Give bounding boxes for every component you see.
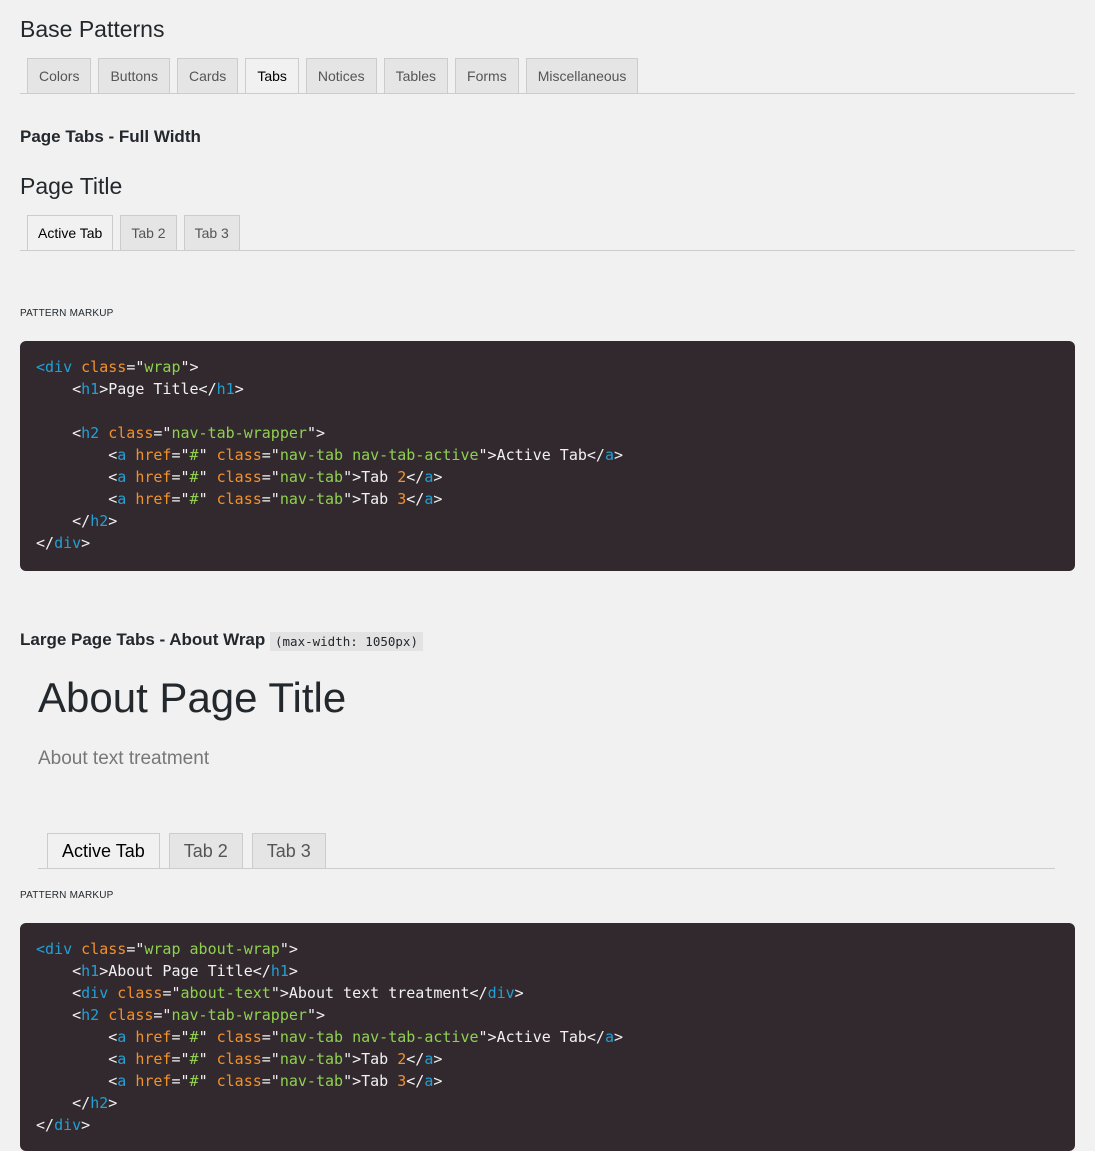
- base-pattern-tabs: Colors Buttons Cards Tabs Notices Tables…: [27, 58, 645, 94]
- about-tab-active[interactable]: Active Tab: [47, 833, 160, 869]
- section-title-page-tabs: Page Tabs - Full Width: [20, 127, 201, 146]
- about-page-title: About Page Title: [38, 674, 347, 721]
- code-line: </div>: [36, 534, 91, 552]
- code-line: <a href="#" class="nav-tab nav-tab-activ…: [36, 446, 624, 464]
- code-line: </h2>: [36, 512, 118, 530]
- demo-tabs-divider: [20, 250, 1075, 251]
- demo-tab-active[interactable]: Active Tab: [27, 215, 114, 251]
- pattern-markup-label: PATTERN MARKUP: [20, 308, 114, 319]
- code-line: <a href="#" class="nav-tab nav-tab-activ…: [36, 1028, 624, 1046]
- tab-buttons[interactable]: Buttons: [98, 58, 170, 94]
- code-line: <a href="#" class="nav-tab">Tab 3</a>: [36, 490, 443, 508]
- code-line: </h2>: [36, 1094, 118, 1112]
- tab-notices[interactable]: Notices: [305, 58, 377, 94]
- pattern-markup-label: PATTERN MARKUP: [20, 890, 114, 901]
- about-nav-tabs: Active Tab Tab 2 Tab 3: [47, 833, 335, 869]
- section-title-about-tabs: Large Page Tabs - About Wrap: [20, 630, 266, 649]
- demo-tab-2[interactable]: Tab 2: [120, 215, 177, 251]
- code-line: <div class="about-text">About text treat…: [36, 984, 524, 1002]
- about-tabs-divider: [38, 868, 1055, 869]
- tab-forms[interactable]: Forms: [455, 58, 519, 94]
- code-line: </div>: [36, 1116, 91, 1134]
- tab-tables[interactable]: Tables: [383, 58, 449, 94]
- code-line: <div class="wrap">: [36, 358, 199, 376]
- tab-tabs[interactable]: Tabs: [245, 58, 299, 94]
- code-line: <a href="#" class="nav-tab">Tab 3</a>: [36, 1072, 443, 1090]
- code-block-about-tabs: <div class="wrap about-wrap"> <h1>About …: [20, 923, 1075, 1151]
- code-block-page-tabs: <div class="wrap"> <h1>Page Title</h1> <…: [20, 341, 1075, 571]
- max-width-note: (max-width: 1050px): [270, 632, 423, 651]
- code-line: <a href="#" class="nav-tab">Tab 2</a>: [36, 468, 443, 486]
- code-line: <div class="wrap about-wrap">: [36, 940, 298, 958]
- about-text: About text treatment: [38, 748, 210, 769]
- demo-page-title: Page Title: [20, 173, 123, 199]
- page-title: Base Patterns: [20, 16, 165, 42]
- demo-tab-3[interactable]: Tab 3: [183, 215, 240, 251]
- demo-nav-tabs: Active Tab Tab 2 Tab 3: [27, 215, 247, 251]
- base-tabs-divider: [20, 93, 1075, 94]
- code-line: <h1>About Page Title</h1>: [36, 962, 298, 980]
- about-tab-2[interactable]: Tab 2: [168, 833, 243, 869]
- code-line: <h1>Page Title</h1>: [36, 380, 244, 398]
- tab-miscellaneous[interactable]: Miscellaneous: [525, 58, 639, 94]
- code-line: <a href="#" class="nav-tab">Tab 2</a>: [36, 1050, 443, 1068]
- tab-cards[interactable]: Cards: [176, 58, 239, 94]
- code-line: <h2 class="nav-tab-wrapper">: [36, 424, 325, 442]
- tab-colors[interactable]: Colors: [27, 58, 92, 94]
- about-tab-3[interactable]: Tab 3: [251, 833, 326, 869]
- code-line: <h2 class="nav-tab-wrapper">: [36, 1006, 325, 1024]
